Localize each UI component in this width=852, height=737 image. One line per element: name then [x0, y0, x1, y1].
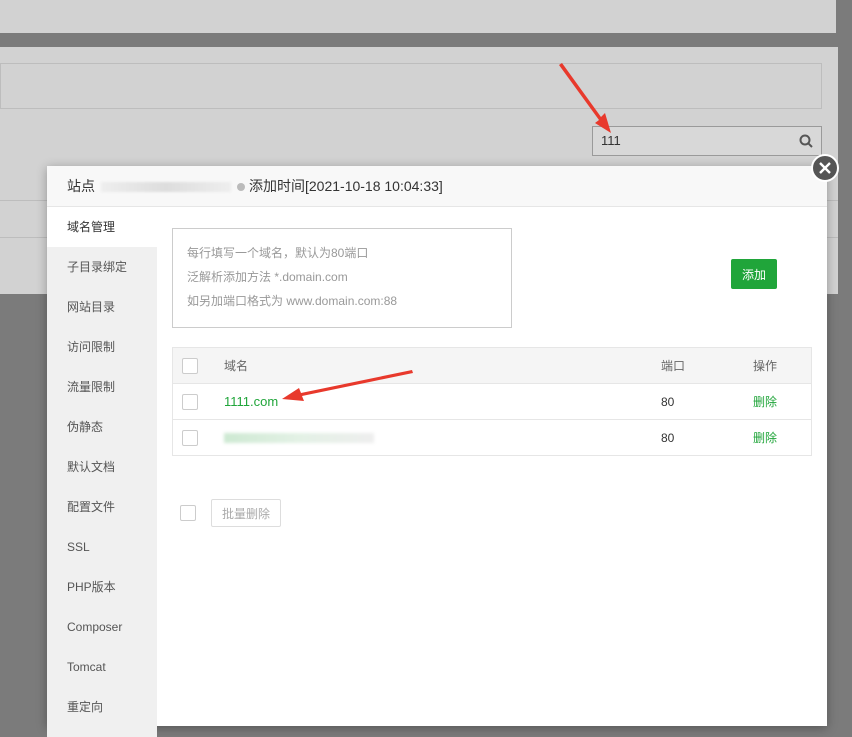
dialog-title: 站点 添加时间[2021-10-18 10:04:33] [47, 166, 827, 207]
delete-domain-link[interactable]: 删除 [753, 395, 777, 409]
select-all-checkbox[interactable] [182, 357, 198, 374]
add-domain-button[interactable]: 添加 [731, 259, 777, 289]
background-box [0, 63, 822, 109]
domain-table: 域名 端口 操作 1111.com 80 删除 80 删除 [172, 347, 812, 456]
delete-domain-link[interactable]: 删除 [753, 431, 777, 445]
row-checkbox[interactable] [182, 429, 198, 446]
batch-delete-button[interactable]: 批量删除 [211, 499, 281, 527]
table-header-row: 域名 端口 操作 [172, 347, 812, 384]
sidebar-item-traffic-limit[interactable]: 流量限制 [47, 367, 157, 407]
search-value: 111 [601, 133, 621, 148]
background-top-panel [0, 0, 836, 33]
domain-port: 80 [660, 419, 752, 456]
redacted-domain[interactable] [224, 433, 374, 444]
sidebar-item-config-file[interactable]: 配置文件 [47, 487, 157, 527]
domain-hint-line: 每行填写一个域名，默认为80端口 [187, 246, 369, 260]
close-dialog-button[interactable] [811, 154, 839, 182]
dialog-title-prefix: 站点 [67, 178, 95, 194]
domain-link[interactable]: 1111.com [224, 394, 278, 409]
header-action: 操作 [752, 347, 812, 384]
sidebar-item-ssl[interactable]: SSL [47, 527, 157, 567]
sidebar-item-site-directory[interactable]: 网站目录 [47, 287, 157, 327]
sidebar-item-php-version[interactable]: PHP版本 [47, 567, 157, 607]
table-row: 80 删除 [172, 419, 812, 456]
domain-hint-line: 泛解析添加方法 *.domain.com [187, 270, 348, 284]
sidebar-item-domain-management[interactable]: 域名管理 [47, 207, 157, 247]
redacted-dot [237, 183, 245, 192]
header-domain: 域名 [223, 347, 660, 384]
close-icon [819, 162, 831, 174]
table-row: 1111.com 80 删除 [172, 383, 812, 420]
sidebar-item-rewrite[interactable]: 伪静态 [47, 407, 157, 447]
header-port: 端口 [660, 347, 752, 384]
site-search-input[interactable]: 111 [592, 126, 822, 156]
domain-port: 80 [660, 383, 752, 420]
site-settings-dialog: 站点 添加时间[2021-10-18 10:04:33] 域名管理 子目录绑定 网… [47, 166, 827, 737]
sidebar-item-subdirectory-binding[interactable]: 子目录绑定 [47, 247, 157, 287]
sidebar-item-access-limit[interactable]: 访问限制 [47, 327, 157, 367]
settings-sidebar: 域名管理 子目录绑定 网站目录 访问限制 流量限制 伪静态 默认文档 配置文件 … [47, 207, 157, 737]
batch-select-checkbox[interactable] [180, 505, 196, 521]
sidebar-item-redirect[interactable]: 重定向 [47, 687, 157, 727]
redacted-site-name [101, 182, 231, 193]
domain-textarea[interactable]: 每行填写一个域名，默认为80端口 泛解析添加方法 *.domain.com 如另… [172, 228, 512, 328]
dialog-title-added-time: 添加时间[2021-10-18 10:04:33] [249, 178, 443, 194]
search-icon[interactable] [799, 134, 813, 148]
domain-hint-line: 如另加端口格式为 www.domain.com:88 [187, 294, 398, 308]
sidebar-item-default-document[interactable]: 默认文档 [47, 447, 157, 487]
row-checkbox[interactable] [182, 393, 198, 410]
sidebar-item-tomcat[interactable]: Tomcat [47, 647, 157, 687]
sidebar-item-composer[interactable]: Composer [47, 607, 157, 647]
